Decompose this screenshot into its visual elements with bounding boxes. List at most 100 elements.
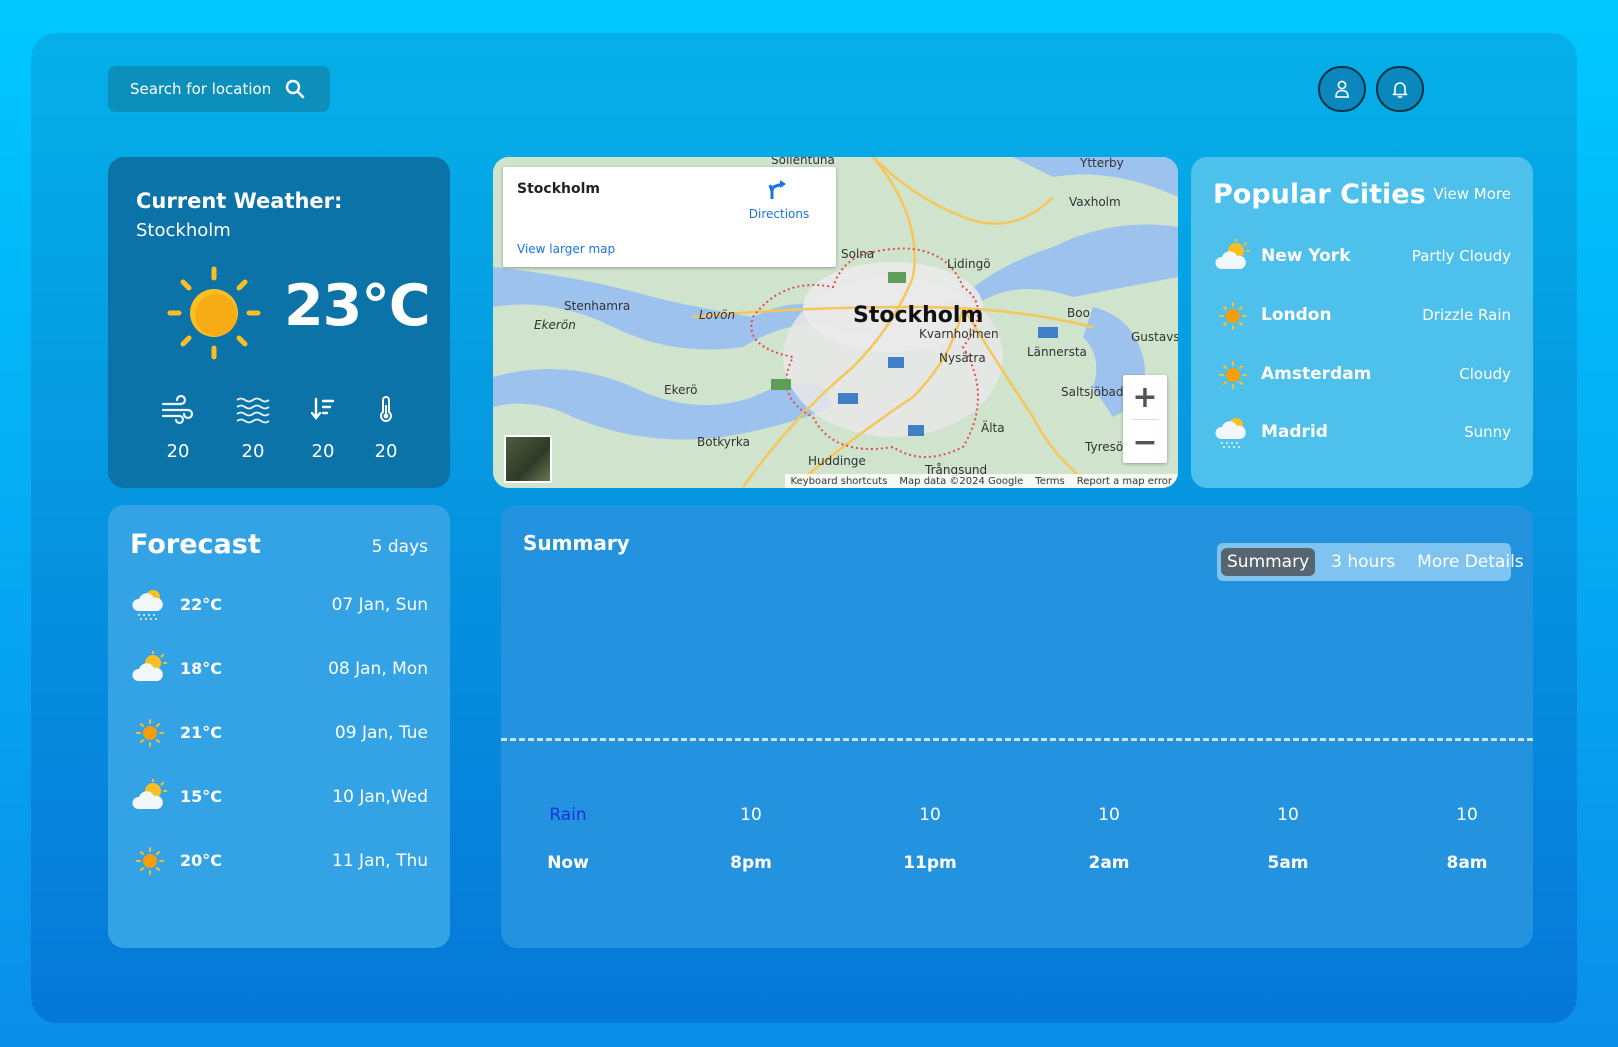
city-condition: Drizzle Rain: [1422, 306, 1511, 324]
rain-value: 10: [740, 805, 762, 825]
forecast-item: 21°C 09 Jan, Tue: [132, 713, 428, 753]
map-label: Ytterby: [1080, 157, 1124, 170]
map-embed[interactable]: Sollentuna Ytterby Vaxholm Solna Lidingö…: [493, 157, 1178, 488]
metric-wind: 20: [148, 395, 208, 462]
current-weather-card: Current Weather: Stockholm 23°C 20 20 20…: [108, 157, 450, 488]
forecast-item: 22°C 07 Jan, Sun: [132, 585, 428, 625]
search-box[interactable]: Search for location: [108, 66, 330, 112]
rain-value: 10: [1277, 805, 1299, 825]
metric-wind-value: 20: [166, 441, 190, 462]
user-icon: [1334, 80, 1350, 98]
directions-link[interactable]: Directions: [748, 179, 810, 221]
forecast-item: 15°C 10 Jan,Wed: [132, 777, 428, 817]
summary-tabs: Summary 3 hours More Details: [1217, 543, 1524, 581]
metric-pressure-value: 20: [311, 441, 335, 462]
hour-time: Now: [547, 853, 589, 873]
search-input[interactable]: Search for location: [130, 80, 271, 98]
metric-temperature-value: 20: [374, 441, 398, 462]
city-item[interactable]: Madrid Sunny: [1215, 413, 1511, 453]
snow-cloud-icon: [1215, 415, 1251, 451]
city-name: Amsterdam: [1261, 364, 1372, 384]
city-item[interactable]: New York Partly Cloudy: [1215, 237, 1511, 277]
map-label: Älta: [981, 421, 1005, 435]
forecast-date: 07 Jan, Sun: [331, 595, 428, 615]
waves-icon: [236, 395, 270, 425]
chart-baseline: [501, 738, 1533, 741]
zoom-out-button[interactable]: −: [1123, 420, 1167, 464]
metric-temperature: 20: [356, 395, 416, 462]
map-label: Kvarnholmen: [919, 327, 999, 341]
map-label: Botkyrka: [697, 435, 750, 449]
hour-time: 5am: [1267, 853, 1309, 873]
city-item[interactable]: London Drizzle Rain: [1215, 296, 1511, 336]
current-temperature: 23°C: [284, 273, 431, 339]
map-label: Nysätra: [939, 351, 986, 365]
map-label: Sollentuna: [771, 157, 835, 167]
map-place-name: Stockholm: [517, 181, 600, 197]
rain-value: 10: [1456, 805, 1478, 825]
zoom-in-button[interactable]: +: [1123, 375, 1167, 419]
profile-button[interactable]: [1318, 66, 1366, 112]
map-label: Saltsjöbad: [1061, 385, 1124, 399]
sun-icon: [136, 719, 164, 747]
keyboard-shortcuts-link[interactable]: Keyboard shortcuts: [791, 476, 888, 487]
sun-icon: [136, 847, 164, 875]
city-condition: Sunny: [1464, 423, 1511, 441]
map-label: Ekerö: [664, 383, 698, 397]
forecast-temp: 20°C: [180, 851, 223, 870]
app-window: Search for location Current Weather: Sto…: [31, 33, 1577, 1023]
map-label: Tyresö: [1085, 440, 1124, 454]
report-error-link[interactable]: Report a map error: [1077, 476, 1172, 487]
city-item[interactable]: Amsterdam Cloudy: [1215, 355, 1511, 395]
city-name: New York: [1261, 246, 1351, 266]
current-weather-title: Current Weather:: [136, 189, 343, 213]
wind-icon: [161, 395, 195, 425]
sun-icon: [166, 265, 262, 361]
view-larger-map-link[interactable]: View larger map: [517, 242, 615, 256]
tab-more-details[interactable]: More Details: [1411, 548, 1529, 576]
forecast-date: 09 Jan, Tue: [334, 723, 428, 743]
partly-cloudy-icon: [1215, 239, 1251, 273]
current-city: Stockholm: [136, 220, 231, 241]
forecast-date: 08 Jan, Mon: [328, 659, 428, 679]
sun-icon: [1219, 361, 1247, 389]
search-icon[interactable]: [285, 79, 305, 99]
summary-title: Summary: [523, 531, 630, 555]
notifications-button[interactable]: [1376, 66, 1424, 112]
forecast-title: Forecast: [130, 529, 261, 560]
forecast-temp: 22°C: [180, 595, 223, 614]
terms-link[interactable]: Terms: [1035, 476, 1064, 487]
tab-summary[interactable]: Summary: [1221, 548, 1316, 576]
pressure-icon: [311, 395, 335, 425]
map-label: Lidingö: [947, 257, 991, 271]
forecast-range[interactable]: 5 days: [372, 537, 428, 557]
map-attribution: Keyboard shortcuts Map data ©2024 Google…: [784, 474, 1178, 488]
directions-label[interactable]: Directions: [749, 207, 809, 221]
thermometer-icon: [378, 395, 394, 425]
popular-cities-title: Popular Cities: [1213, 179, 1426, 210]
rain-value: 10: [1098, 805, 1120, 825]
tab-3-hours[interactable]: 3 hours: [1325, 548, 1401, 576]
forecast-date: 10 Jan,Wed: [332, 787, 428, 807]
map-info-card: Stockholm Directions View larger map: [503, 167, 836, 267]
forecast-item: 18°C 08 Jan, Mon: [132, 649, 428, 689]
partly-cloudy-icon: [132, 779, 168, 813]
hour-time: 8am: [1446, 853, 1488, 873]
popular-cities-card: Popular Cities View More New York Partly…: [1191, 157, 1533, 488]
forecast-date: 11 Jan, Thu: [332, 851, 428, 871]
hour-time: 8pm: [730, 853, 772, 873]
rain-value: 10: [919, 805, 941, 825]
map-label: Vaxholm: [1069, 195, 1121, 209]
forecast-temp: 21°C: [180, 723, 223, 742]
map-label: Boo: [1067, 306, 1090, 320]
directions-icon: [768, 179, 790, 201]
city-condition: Partly Cloudy: [1411, 247, 1511, 265]
map-label: Stenhamra: [564, 299, 631, 313]
view-more-link[interactable]: View More: [1433, 185, 1511, 203]
map-label: Ekerön: [534, 318, 576, 332]
hour-time: 11pm: [903, 853, 957, 873]
hour-time: 2am: [1088, 853, 1130, 873]
forecast-item: 20°C 11 Jan, Thu: [132, 841, 428, 881]
satellite-toggle[interactable]: [504, 435, 552, 483]
map-label: Gustavs: [1131, 330, 1178, 344]
